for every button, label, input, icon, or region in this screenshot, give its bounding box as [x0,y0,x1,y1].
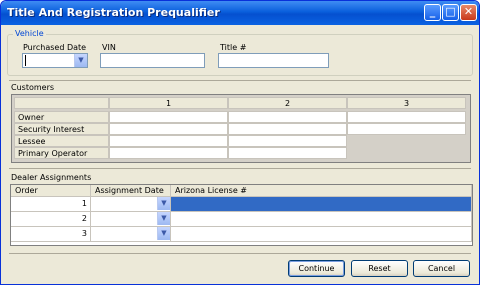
continue-button[interactable]: Continue [288,260,345,277]
cancel-button[interactable]: Cancel [413,260,470,277]
assignment-date-combo[interactable]: ▼ [91,212,171,226]
customer-column-header: 3 [347,97,466,109]
window-title: Title And Registration Prequalifier [7,6,220,19]
order-cell: 1 [11,197,91,211]
title-bar[interactable]: Title And Registration Prequalifier _ □ … [1,1,479,25]
customer-cell[interactable] [228,111,347,123]
customer-column-header: 1 [109,97,228,109]
customer-row-header: Security Interest [14,123,109,135]
text-cursor [25,55,26,66]
customer-column-header: 2 [228,97,347,109]
customer-cell[interactable] [228,135,347,147]
vin-label: VIN [102,43,116,52]
minimize-icon[interactable]: _ [424,4,441,21]
dealer-assignments-section-label: Dealer Assignments [11,173,92,182]
title-number-field[interactable] [218,53,329,68]
customers-grid: 1 2 3 Owner Security Interest Lessee Pri… [11,94,471,163]
table-row[interactable]: 3 ▼ [11,227,472,242]
chevron-down-icon[interactable]: ▼ [157,227,170,240]
customer-cell[interactable] [347,123,466,135]
customer-cell[interactable] [109,123,228,135]
separator [9,80,471,81]
license-cell[interactable] [171,227,472,241]
license-cell[interactable] [171,212,472,226]
customer-row-header: Primary Operator [14,147,109,159]
customer-row-header: Lessee [14,135,109,147]
customer-cell[interactable] [228,147,347,159]
grid-corner [14,97,109,109]
order-cell: 2 [11,212,91,226]
order-column-header: Order [11,185,91,197]
assignment-date-column-header: Assignment Date [91,185,171,197]
assignment-date-combo[interactable]: ▼ [91,227,171,241]
table-row[interactable]: 1 ▼ [11,197,472,212]
maximize-icon[interactable]: □ [442,4,459,21]
chevron-down-icon[interactable]: ▼ [157,212,170,225]
close-icon[interactable]: ✕ [460,4,477,21]
customer-cell[interactable] [109,111,228,123]
title-number-label: Title # [220,43,247,52]
chevron-down-icon[interactable]: ▼ [74,54,87,67]
customer-cell[interactable] [109,135,228,147]
separator [9,253,471,254]
license-cell[interactable] [171,197,472,211]
order-cell: 3 [11,227,91,241]
chevron-down-icon[interactable]: ▼ [157,197,170,210]
vehicle-section-label: Vehicle [13,29,46,38]
customer-cell[interactable] [228,123,347,135]
customer-row-header: Owner [14,111,109,123]
customers-section-label: Customers [11,83,55,92]
reset-button[interactable]: Reset [351,260,408,277]
purchased-date-label: Purchased Date [23,43,87,52]
table-row[interactable]: 2 ▼ [11,212,472,227]
vin-field[interactable] [100,53,205,68]
purchased-date-combo[interactable]: ▼ [22,53,88,68]
dealer-assignments-grid: Order Assignment Date Arizona License # … [10,184,473,246]
assignment-date-combo[interactable]: ▼ [91,197,171,211]
dialog-window: Title And Registration Prequalifier _ □ … [0,0,480,285]
license-column-header: Arizona License # [171,185,472,197]
separator [9,168,471,169]
customer-cell[interactable] [109,147,228,159]
customer-cell[interactable] [347,111,466,123]
